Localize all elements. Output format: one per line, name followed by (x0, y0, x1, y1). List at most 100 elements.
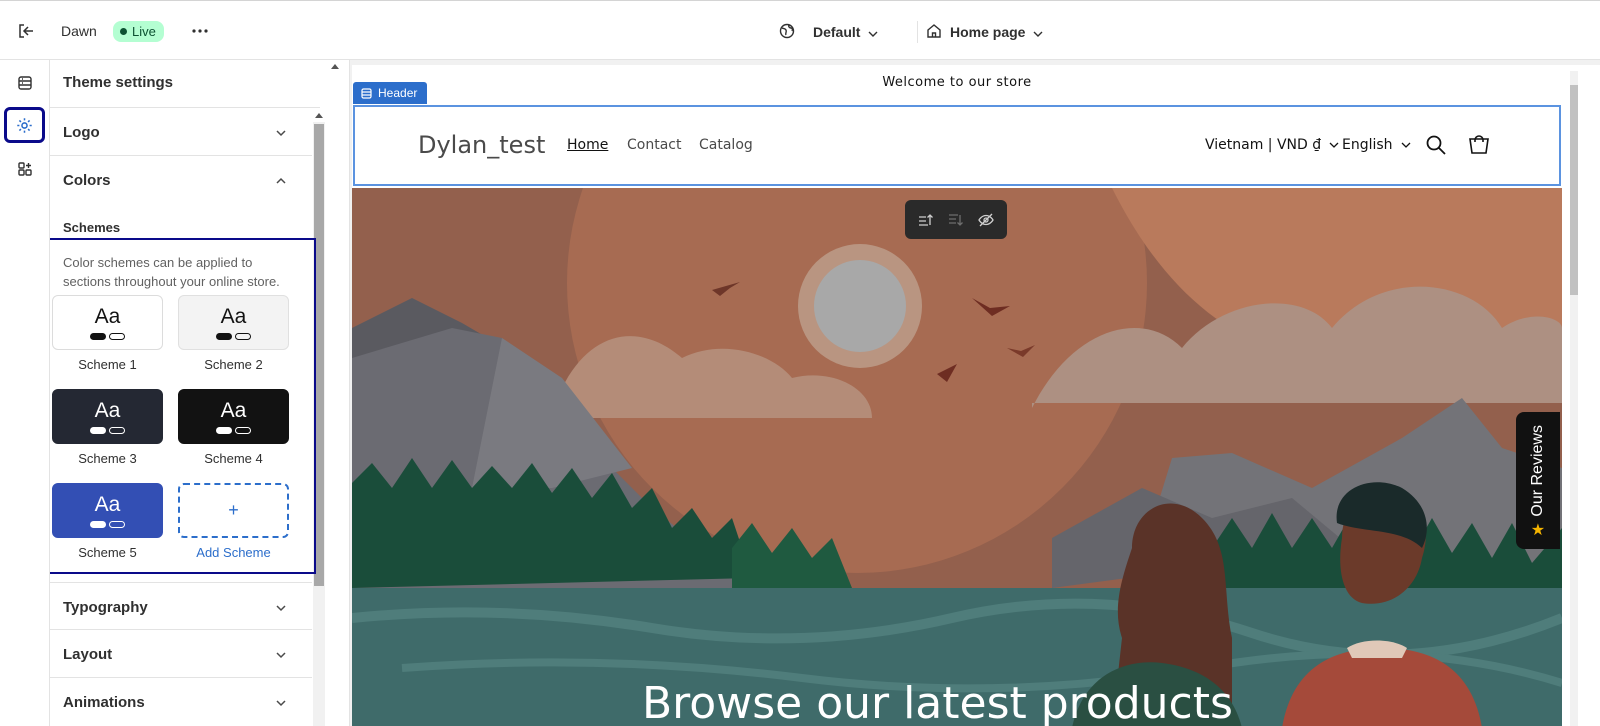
secondary-button-swatch (109, 520, 125, 528)
secondary-button-swatch (235, 426, 251, 434)
announcement-bar: Welcome to our store (882, 75, 1032, 90)
nav-contact[interactable]: Contact (627, 137, 681, 153)
color-scheme-card[interactable]: Aa (52, 295, 163, 350)
more-actions-icon[interactable] (188, 20, 212, 42)
star-icon: ★ (1530, 521, 1546, 539)
scheme-button-swatches (90, 426, 125, 434)
search-icon[interactable] (1424, 133, 1448, 157)
color-scheme-card[interactable]: Aa (178, 389, 289, 444)
hero-illustration (352, 188, 1562, 726)
add-scheme-label[interactable]: Add Scheme (178, 545, 289, 560)
primary-button-swatch (90, 426, 106, 434)
country-label: Vietnam | VND ₫ (1205, 137, 1322, 153)
preview-scrollbar[interactable] (1562, 65, 1600, 726)
scheme-button-swatches (90, 520, 125, 528)
accordion-colors[interactable]: Colors (50, 156, 312, 204)
scheme-preview-text: Aa (220, 398, 247, 422)
accordion-typography[interactable]: Typography (50, 582, 312, 630)
top-bar: Dawn Live Default Home page (0, 0, 1600, 60)
reviews-tab-label: Our Reviews (1529, 424, 1547, 517)
chevron-down-icon (1329, 142, 1339, 148)
accordion-label: Layout (63, 646, 113, 663)
hero-title: Browse our latest products (642, 678, 1233, 726)
color-scheme-name: Scheme 2 (204, 357, 263, 372)
status-dot (120, 28, 127, 35)
scroll-up-arrow[interactable] (331, 64, 339, 69)
move-up-icon[interactable] (915, 209, 937, 231)
secondary-button-swatch (109, 332, 125, 340)
secondary-button-swatch (235, 332, 251, 340)
language-label: English (1342, 137, 1393, 153)
primary-button-swatch (90, 520, 106, 528)
chevron-down-icon (276, 130, 286, 137)
status-badge: Live (113, 21, 164, 42)
section-tag-label: Header (378, 86, 418, 100)
reviews-tab[interactable]: ★ Our Reviews (1516, 412, 1560, 549)
country-selector[interactable]: Vietnam | VND ₫ (1205, 137, 1339, 153)
page-selector[interactable]: Home page (926, 20, 1043, 44)
color-scheme-name: Scheme 3 (78, 451, 137, 466)
chevron-up-icon (276, 177, 286, 184)
store-logo[interactable]: Dylan_test (418, 131, 545, 159)
scheme-preview-text: Aa (94, 398, 121, 422)
color-scheme-name: Scheme 1 (78, 357, 137, 372)
scheme-preview-text: Aa (220, 304, 247, 328)
scheme-preview-text: Aa (94, 492, 121, 516)
primary-button-swatch (216, 426, 232, 434)
scheme-preview-text: Aa (94, 304, 121, 328)
plus-icon: + (228, 500, 239, 520)
section-toolbar (905, 200, 1007, 239)
theme-settings-gear-icon[interactable] (4, 107, 45, 143)
home-icon (926, 23, 942, 42)
scheme-button-swatches (90, 332, 125, 340)
primary-button-swatch (90, 332, 106, 340)
nav-home[interactable]: Home (567, 137, 608, 153)
accordion-logo[interactable]: Logo (50, 108, 312, 156)
schemes-heading: Schemes (63, 220, 121, 235)
accordion-label: Logo (63, 124, 100, 141)
scroll-up-arrow[interactable] (315, 113, 323, 118)
color-scheme-name: Scheme 5 (78, 545, 137, 560)
sections-icon[interactable] (4, 65, 45, 101)
section-icon (361, 87, 372, 99)
scrollbar-thumb[interactable] (1570, 85, 1578, 295)
color-scheme-name: Scheme 4 (204, 451, 263, 466)
accordion-animations[interactable]: Animations (50, 678, 312, 726)
section-tag[interactable]: Header (353, 82, 428, 104)
chevron-down-icon (1033, 24, 1043, 40)
theme-variant-selector[interactable]: Default (779, 20, 878, 44)
color-scheme-card[interactable]: Aa (52, 483, 163, 538)
color-scheme-card[interactable]: Aa (178, 295, 289, 350)
apps-icon[interactable] (4, 151, 45, 187)
add-scheme-button[interactable]: + (178, 483, 289, 538)
editor-rail (0, 60, 50, 726)
cart-icon[interactable] (1467, 133, 1491, 157)
theme-editor: Dawn Live Default Home page Theme settin… (0, 0, 1600, 726)
move-down-icon[interactable] (945, 209, 967, 231)
scheme-button-swatches (216, 332, 251, 340)
store-header[interactable]: Dylan_test Home Contact Catalog Vietnam … (353, 105, 1561, 186)
color-schemes-group: Color schemes can be applied to sections… (50, 238, 316, 574)
chevron-down-icon (276, 652, 286, 659)
reviews-tab-content: ★ Our Reviews (1528, 424, 1548, 539)
globe-icon (779, 23, 795, 42)
accordion-layout[interactable]: Layout (50, 630, 312, 678)
settings-panel: Theme settings Logo Colors Schemes Color… (50, 60, 350, 726)
color-scheme-card[interactable]: Aa (52, 389, 163, 444)
divider (917, 21, 918, 43)
language-selector[interactable]: English (1342, 137, 1411, 153)
page-selector-label: Home page (950, 24, 1026, 40)
accordion-label: Colors (63, 172, 111, 189)
exit-icon[interactable] (15, 20, 37, 42)
schemes-description: Color schemes can be applied to sections… (63, 255, 280, 289)
nav-catalog[interactable]: Catalog (699, 137, 753, 153)
status-label: Live (132, 24, 156, 39)
chevron-down-icon (276, 700, 286, 707)
panel-title: Theme settings (63, 74, 174, 91)
accordion-label: Typography (63, 599, 148, 616)
primary-button-swatch (216, 332, 232, 340)
chevron-down-icon (1401, 142, 1411, 148)
hero-banner: Browse our latest products (352, 188, 1562, 726)
accordion-label: Animations (63, 694, 145, 711)
hide-eye-icon[interactable] (975, 209, 997, 231)
